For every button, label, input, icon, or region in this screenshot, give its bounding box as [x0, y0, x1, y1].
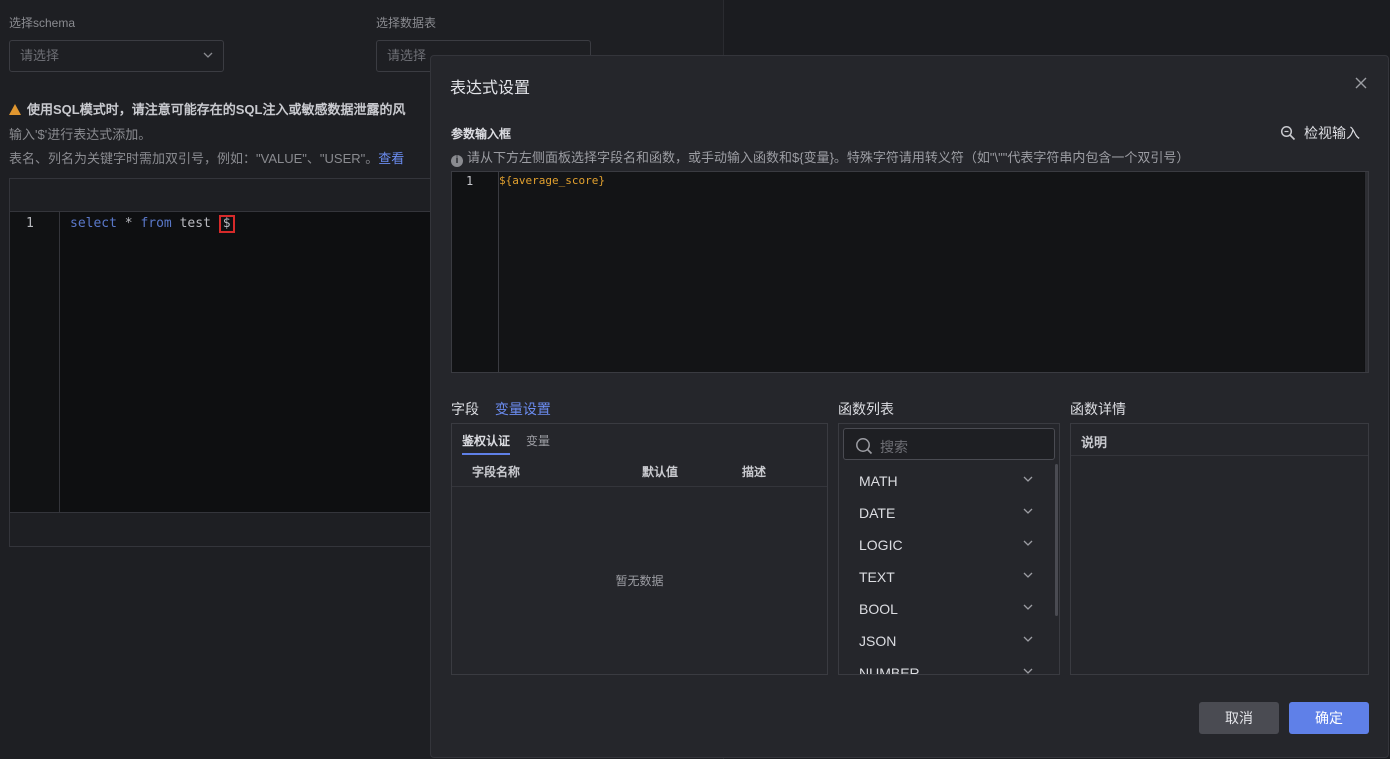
sql-editor-toolbar — [10, 179, 448, 212]
sql-gutter: 1 — [10, 212, 60, 512]
function-category-date[interactable]: DATE — [859, 496, 1035, 528]
category-label: TEXT — [859, 569, 895, 585]
confirm-button[interactable]: 确定 — [1289, 702, 1369, 734]
schema-select-placeholder: 请选择 — [20, 48, 60, 63]
category-label: DATE — [859, 505, 896, 521]
function-category-logic[interactable]: LOGIC — [859, 528, 1035, 560]
category-label: NUMBER — [859, 665, 920, 674]
detail-description-header: 说明 — [1071, 424, 1368, 456]
param-info: i 请从下方左侧面板选择字段名和函数，或手动输入函数和${变量}。特殊字符请用转义… — [451, 147, 1189, 167]
category-label: MATH — [859, 473, 898, 489]
info-icon: i — [451, 155, 463, 167]
schema-label: 选择schema — [9, 16, 76, 30]
sql-keyword: select — [70, 216, 117, 231]
tab-variable-settings[interactable]: 变量设置 — [495, 401, 551, 417]
table-label: 选择数据表 — [376, 16, 437, 30]
chevron-down-icon — [1023, 572, 1033, 578]
field-sub-tabs: 鉴权认证 变量 — [462, 432, 566, 455]
cancel-button[interactable]: 取消 — [1199, 702, 1279, 734]
expression-hint: 输入'$'进行表达式添加。 — [9, 127, 152, 142]
category-label: JSON — [859, 633, 897, 649]
keyword-hint: 表名、列名为关键字时需加双引号，例如："VALUE"、"USER"。查看 — [9, 148, 404, 167]
inspect-input-button[interactable]: 检视输入 — [1280, 123, 1360, 143]
schema-select[interactable]: 请选择 — [9, 40, 224, 72]
field-tab-header: 字段 变量设置 — [451, 399, 551, 419]
function-category-number[interactable]: NUMBER — [859, 656, 1035, 674]
sql-token: * — [116, 216, 141, 231]
function-detail-panel: 说明 — [1070, 423, 1369, 675]
sql-editor-footer — [10, 512, 448, 546]
chevron-down-icon — [1023, 508, 1033, 514]
function-category-math[interactable]: MATH — [859, 464, 1035, 496]
field-panel: 鉴权认证 变量 字段名称 默认值 描述 暂无数据 — [451, 423, 828, 675]
keyword-hint-text: 表名、列名为关键字时需加双引号，例如："VALUE"、"USER"。 — [9, 151, 379, 166]
expression-code-area[interactable]: ${average_score} — [499, 172, 1364, 372]
line-number: 1 — [466, 174, 474, 188]
empty-state: 暂无数据 — [615, 574, 664, 588]
column-description: 描述 — [742, 465, 767, 479]
dollar-trigger-highlight: $ — [218, 215, 235, 233]
tab-fields[interactable]: 字段 — [451, 401, 479, 417]
expression-gutter: 1 — [452, 172, 499, 372]
category-label: BOOL — [859, 601, 898, 617]
function-category-json[interactable]: JSON — [859, 624, 1035, 656]
search-icon — [856, 438, 873, 455]
dialog-title: 表达式设置 — [450, 80, 531, 97]
editor-scrollbar[interactable] — [1365, 172, 1368, 372]
expression-variable: ${average_score} — [499, 174, 605, 187]
column-field-name: 字段名称 — [472, 465, 521, 479]
sql-token: test — [171, 216, 219, 231]
search-placeholder: 搜索 — [880, 439, 908, 455]
column-default-value: 默认值 — [642, 465, 679, 479]
sql-editor[interactable]: 1 select * from test $ — [9, 178, 449, 547]
expression-editor[interactable]: 1 ${average_score} — [451, 171, 1369, 373]
sql-warning-text: 使用SQL模式时，请注意可能存在的SQL注入或敏感数据泄露的风 — [27, 102, 406, 117]
chevron-down-icon — [1023, 604, 1033, 610]
chevron-down-icon — [1023, 668, 1033, 674]
sql-code-line: select * from test $ — [70, 215, 235, 233]
param-info-text: 请从下方左侧面板选择字段名和函数，或手动输入函数和${变量}。特殊字符请用转义符… — [467, 150, 1190, 165]
function-detail-title: 函数详情 — [1070, 401, 1126, 417]
line-number: 1 — [26, 216, 34, 231]
table-select-placeholder: 请选择 — [387, 48, 427, 63]
param-input-title: 参数输入框 — [451, 127, 512, 141]
function-category-text[interactable]: TEXT — [859, 560, 1035, 592]
function-search-input[interactable]: 搜索 — [843, 428, 1055, 460]
sql-code-area[interactable]: select * from test $ — [60, 212, 448, 512]
expression-settings-dialog: 表达式设置 参数输入框 检视输入 i 请从下方左侧面板选择字段名和函数，或手动输入… — [430, 55, 1389, 758]
field-table-header: 字段名称 默认值 描述 — [452, 455, 827, 487]
close-icon[interactable] — [1354, 76, 1368, 90]
chevron-down-icon — [1023, 636, 1033, 642]
function-list-panel: 搜索 MATH DATE LOGIC TEXT BOOL JSON NUMBER — [838, 423, 1060, 675]
zoom-search-icon — [1280, 125, 1296, 141]
warning-icon — [9, 104, 21, 115]
function-list-scrollbar[interactable] — [1055, 464, 1058, 616]
view-link[interactable]: 查看 — [378, 151, 404, 166]
category-label: LOGIC — [859, 537, 903, 553]
tab-variables[interactable]: 变量 — [526, 432, 550, 453]
function-category-bool[interactable]: BOOL — [859, 592, 1035, 624]
sql-keyword: from — [140, 216, 172, 231]
chevron-down-icon — [203, 52, 213, 58]
function-category-list: MATH DATE LOGIC TEXT BOOL JSON NUMBER — [839, 464, 1059, 674]
sql-warning: 使用SQL模式时，请注意可能存在的SQL注入或敏感数据泄露的风 — [9, 99, 405, 118]
chevron-down-icon — [1023, 476, 1033, 482]
chevron-down-icon — [1023, 540, 1033, 546]
tab-auth[interactable]: 鉴权认证 — [462, 432, 511, 455]
function-list-title: 函数列表 — [838, 401, 894, 417]
inspect-input-label: 检视输入 — [1304, 125, 1360, 141]
